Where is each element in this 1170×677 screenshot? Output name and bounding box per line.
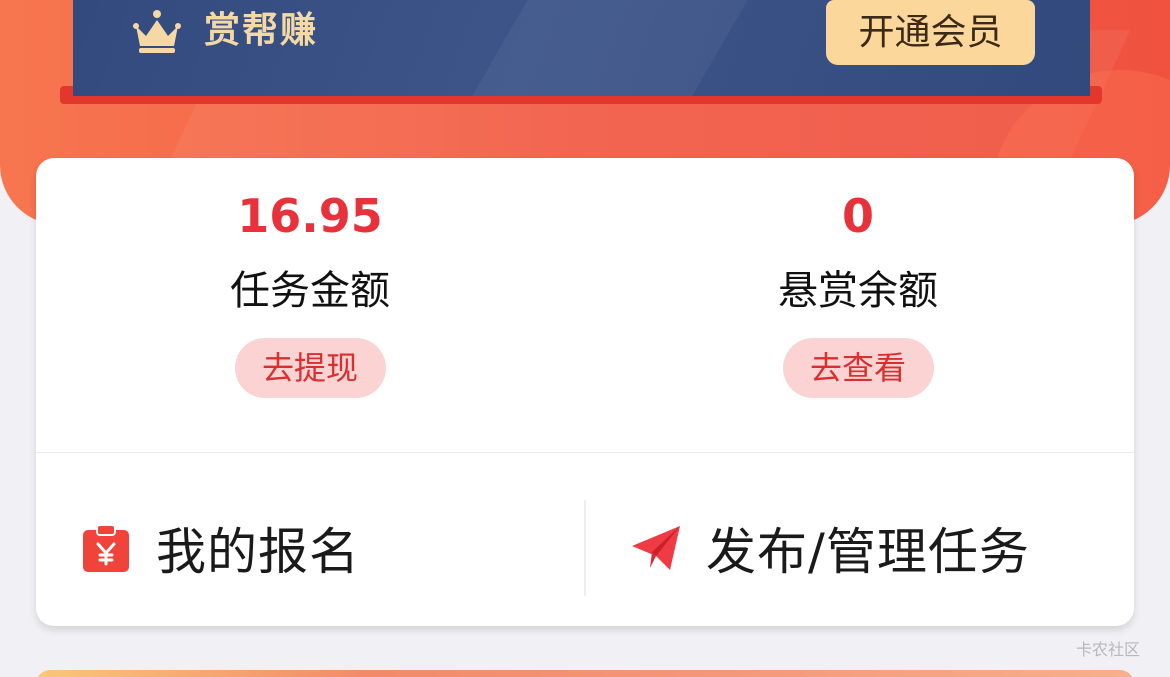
vip-brand-title: 赏帮赚: [204, 10, 319, 51]
action-divider: [584, 500, 586, 596]
crown-icon: [133, 10, 181, 53]
reward-balance-stat: 0 悬赏余额 去查看: [658, 158, 1058, 398]
publish-manage-task-button[interactable]: 发布/管理任务: [630, 498, 1030, 598]
task-amount-stat: 16.95 任务金额 去提现: [110, 158, 510, 398]
my-signup-button[interactable]: 我的报名: [80, 498, 360, 598]
publish-manage-task-label: 发布/管理任务: [706, 523, 1030, 581]
task-amount-value: 16.95: [237, 189, 383, 243]
card-divider: [36, 452, 1134, 453]
withdraw-button[interactable]: 去提现: [234, 338, 386, 398]
clipboard-yuan-icon: [83, 524, 129, 572]
watermark-text: 卡农社区: [1076, 640, 1141, 659]
view-balance-button[interactable]: 去查看: [782, 338, 934, 398]
vip-banner-shine: [446, 0, 760, 96]
my-signup-label: 我的报名: [156, 523, 360, 581]
open-membership-button[interactable]: 开通会员: [826, 0, 1035, 65]
reward-balance-label: 悬赏余额: [778, 268, 938, 314]
task-amount-label: 任务金额: [230, 268, 390, 314]
wallet-card: 16.95 任务金额 去提现 0 悬赏余额 去查看 我的报名 发布/管理任务: [36, 158, 1134, 626]
paper-plane-icon: [632, 526, 680, 570]
reward-balance-value: 0: [841, 189, 874, 243]
bottom-promo-banner[interactable]: [36, 670, 1134, 677]
